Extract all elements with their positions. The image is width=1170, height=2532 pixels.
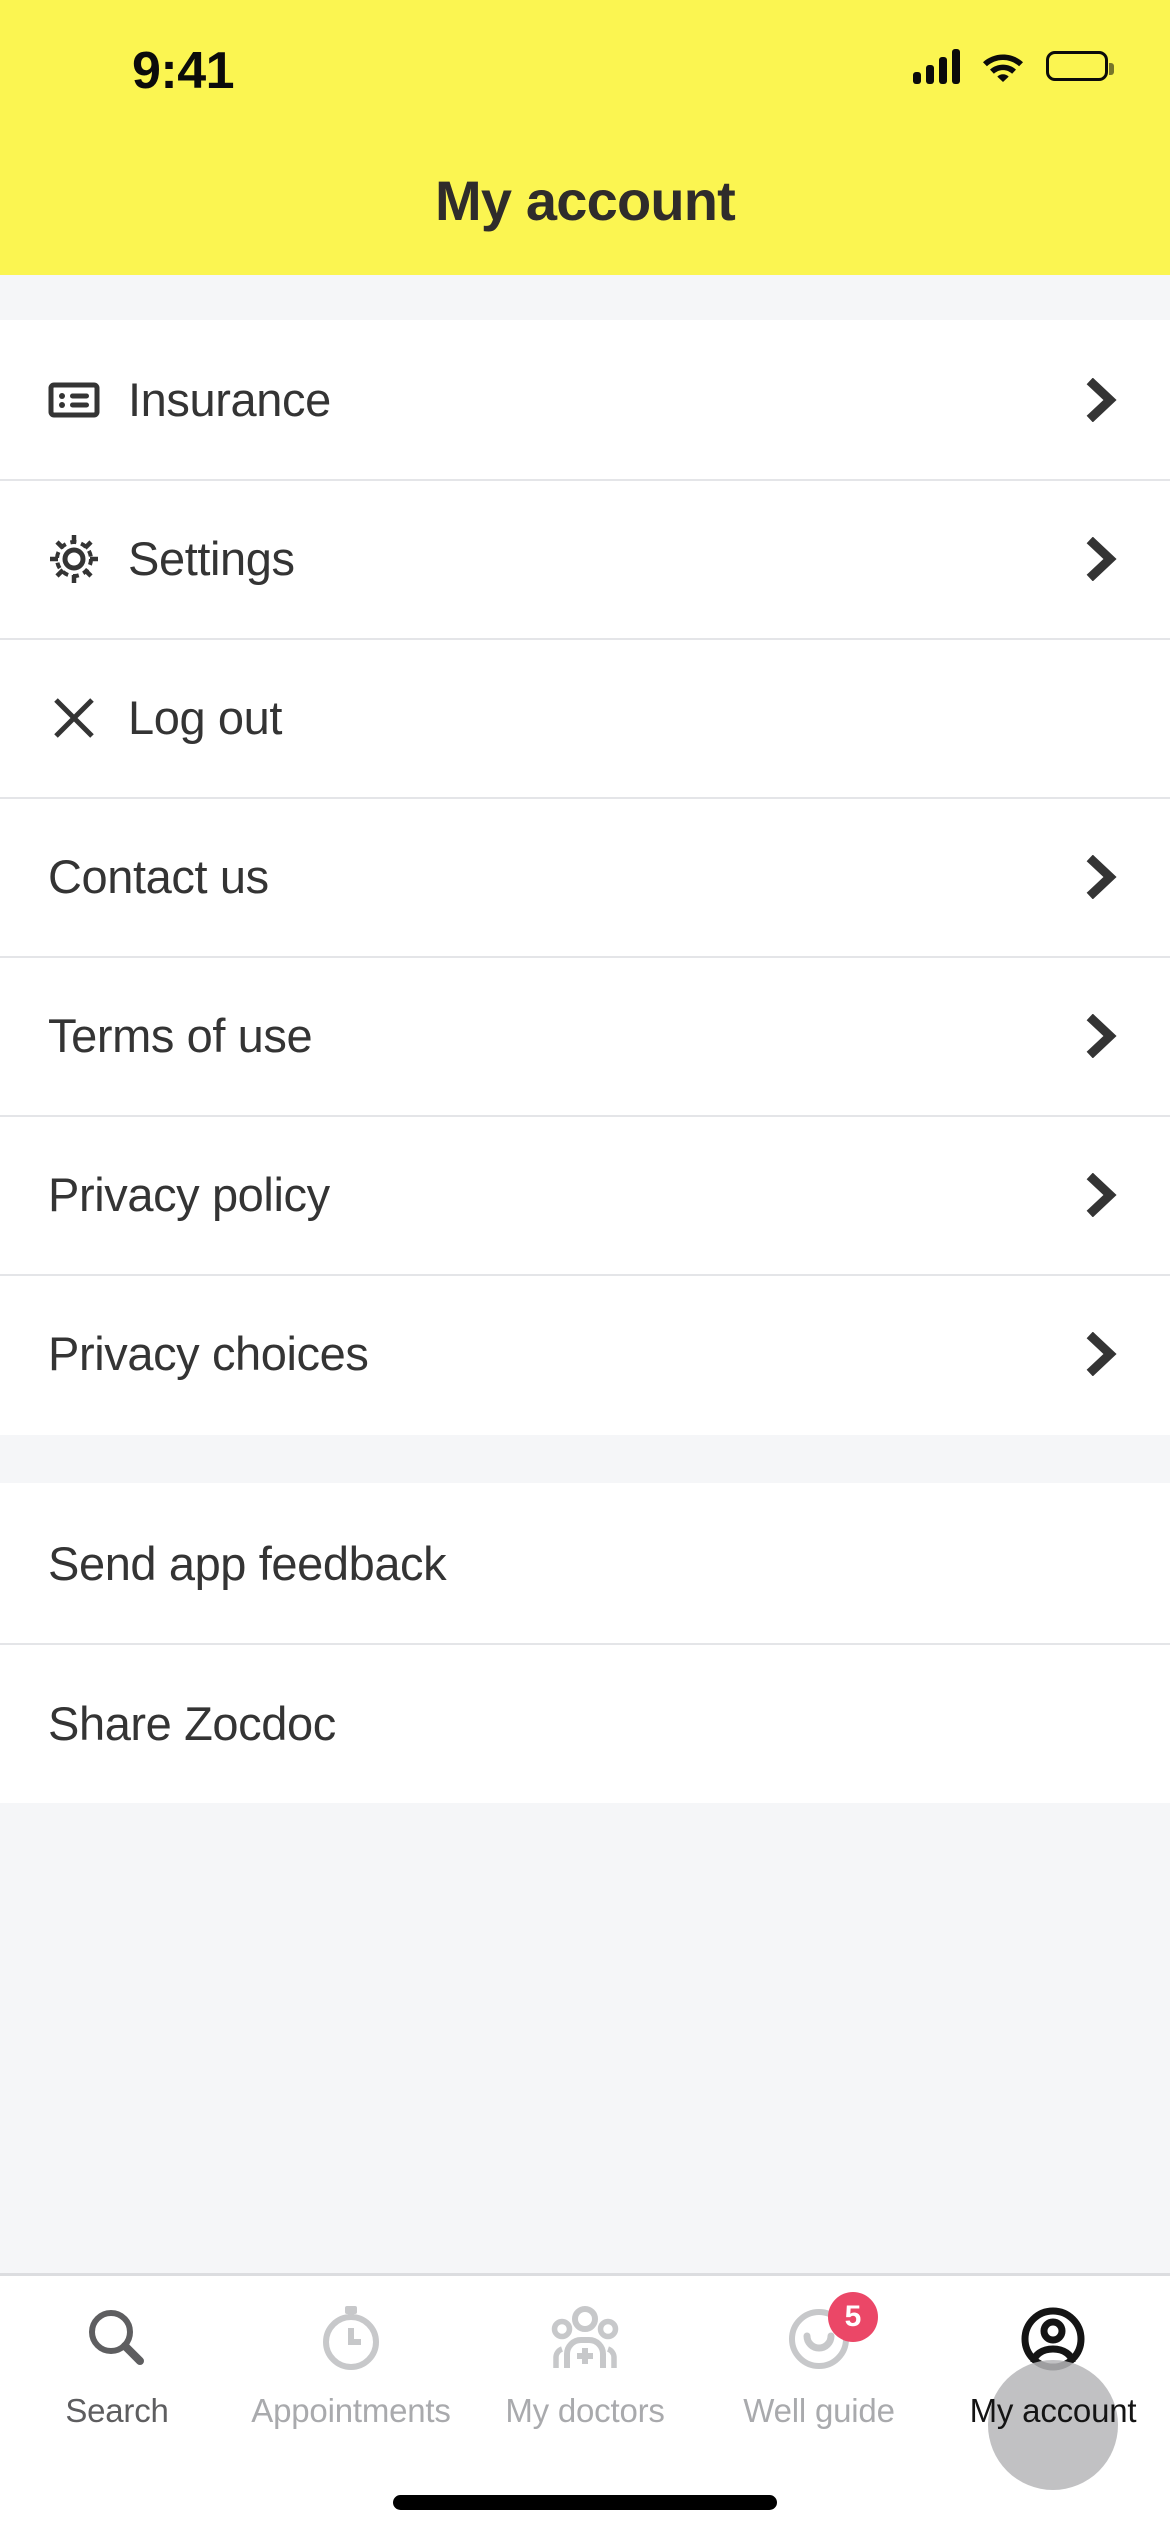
empty-area <box>0 1803 1170 2273</box>
bottom-tab-bar: Search Appointments My doctors 5 Well gu… <box>0 2273 1170 2532</box>
chevron-right-icon <box>1078 1172 1122 1217</box>
close-x-icon <box>48 692 100 744</box>
list-item-share-zocdoc[interactable]: Share Zocdoc <box>0 1643 1170 1803</box>
chevron-right-icon <box>1078 377 1122 422</box>
list-item-label: Contact us <box>48 850 269 903</box>
list-item-log-out[interactable]: Log out <box>0 638 1170 797</box>
status-bar-time: 9:41 <box>132 42 235 100</box>
section-gap-top <box>0 275 1170 320</box>
list-item-label: Privacy policy <box>48 1168 330 1221</box>
insurance-card-icon <box>48 374 100 426</box>
battery-full-icon <box>1046 51 1114 81</box>
chevron-right-icon <box>1078 1331 1122 1376</box>
tab-my-doctors[interactable]: My doctors <box>468 2302 702 2476</box>
account-section: Insurance Settings Log out Contact us Te… <box>0 320 1170 1435</box>
status-badge: 5 <box>828 2292 878 2342</box>
app-section: Send app feedback Share Zocdoc <box>0 1483 1170 1803</box>
status-bar-icons <box>913 48 1114 84</box>
tab-label: My account <box>969 2392 1137 2429</box>
status-bar: 9:41 <box>0 0 1170 120</box>
list-item-label: Settings <box>128 532 295 585</box>
list-item-label: Insurance <box>128 373 331 426</box>
list-item-label: Privacy choices <box>48 1327 369 1380</box>
tab-appointments[interactable]: Appointments <box>234 2302 468 2476</box>
gear-icon <box>48 533 100 585</box>
tab-well-guide[interactable]: 5 Well guide <box>702 2292 936 2476</box>
tab-my-account[interactable]: My account <box>936 2302 1170 2490</box>
list-item-settings[interactable]: Settings <box>0 479 1170 638</box>
stopwatch-icon <box>314 2302 388 2376</box>
tab-label: My doctors <box>505 2392 665 2429</box>
header-bar: 9:41 My account <box>0 0 1170 275</box>
list-item-label: Send app feedback <box>48 1536 447 1590</box>
people-plus-icon <box>548 2302 622 2376</box>
list-item-send-app-feedback[interactable]: Send app feedback <box>0 1483 1170 1643</box>
page-title: My account <box>434 169 736 232</box>
home-indicator-bar[interactable] <box>393 2495 777 2510</box>
list-item-privacy-policy[interactable]: Privacy policy <box>0 1115 1170 1274</box>
list-item-contact-us[interactable]: Contact us <box>0 797 1170 956</box>
tab-label: Well guide <box>743 2392 895 2429</box>
search-icon <box>80 2302 154 2376</box>
section-gap-middle <box>0 1435 1170 1483</box>
chevron-right-icon <box>1078 854 1122 899</box>
list-item-privacy-choices[interactable]: Privacy choices <box>0 1274 1170 1433</box>
list-item-label: Share Zocdoc <box>48 1696 336 1750</box>
list-item-terms-of-use[interactable]: Terms of use <box>0 956 1170 1115</box>
list-item-label: Log out <box>128 691 283 744</box>
tab-label: Appointments <box>251 2392 451 2429</box>
tab-label: Search <box>65 2392 169 2429</box>
wifi-icon <box>982 50 1024 82</box>
tab-search[interactable]: Search <box>0 2302 234 2476</box>
list-item-label: Terms of use <box>48 1009 313 1062</box>
cellular-signal-icon <box>913 48 960 84</box>
app-screen: 9:41 My account Insurance Settings Log o… <box>0 0 1170 2532</box>
chevron-right-icon <box>1078 536 1122 581</box>
chevron-right-icon <box>1078 1013 1122 1058</box>
smiley-circle-icon: 5 <box>782 2292 878 2376</box>
list-item-insurance[interactable]: Insurance <box>0 320 1170 479</box>
